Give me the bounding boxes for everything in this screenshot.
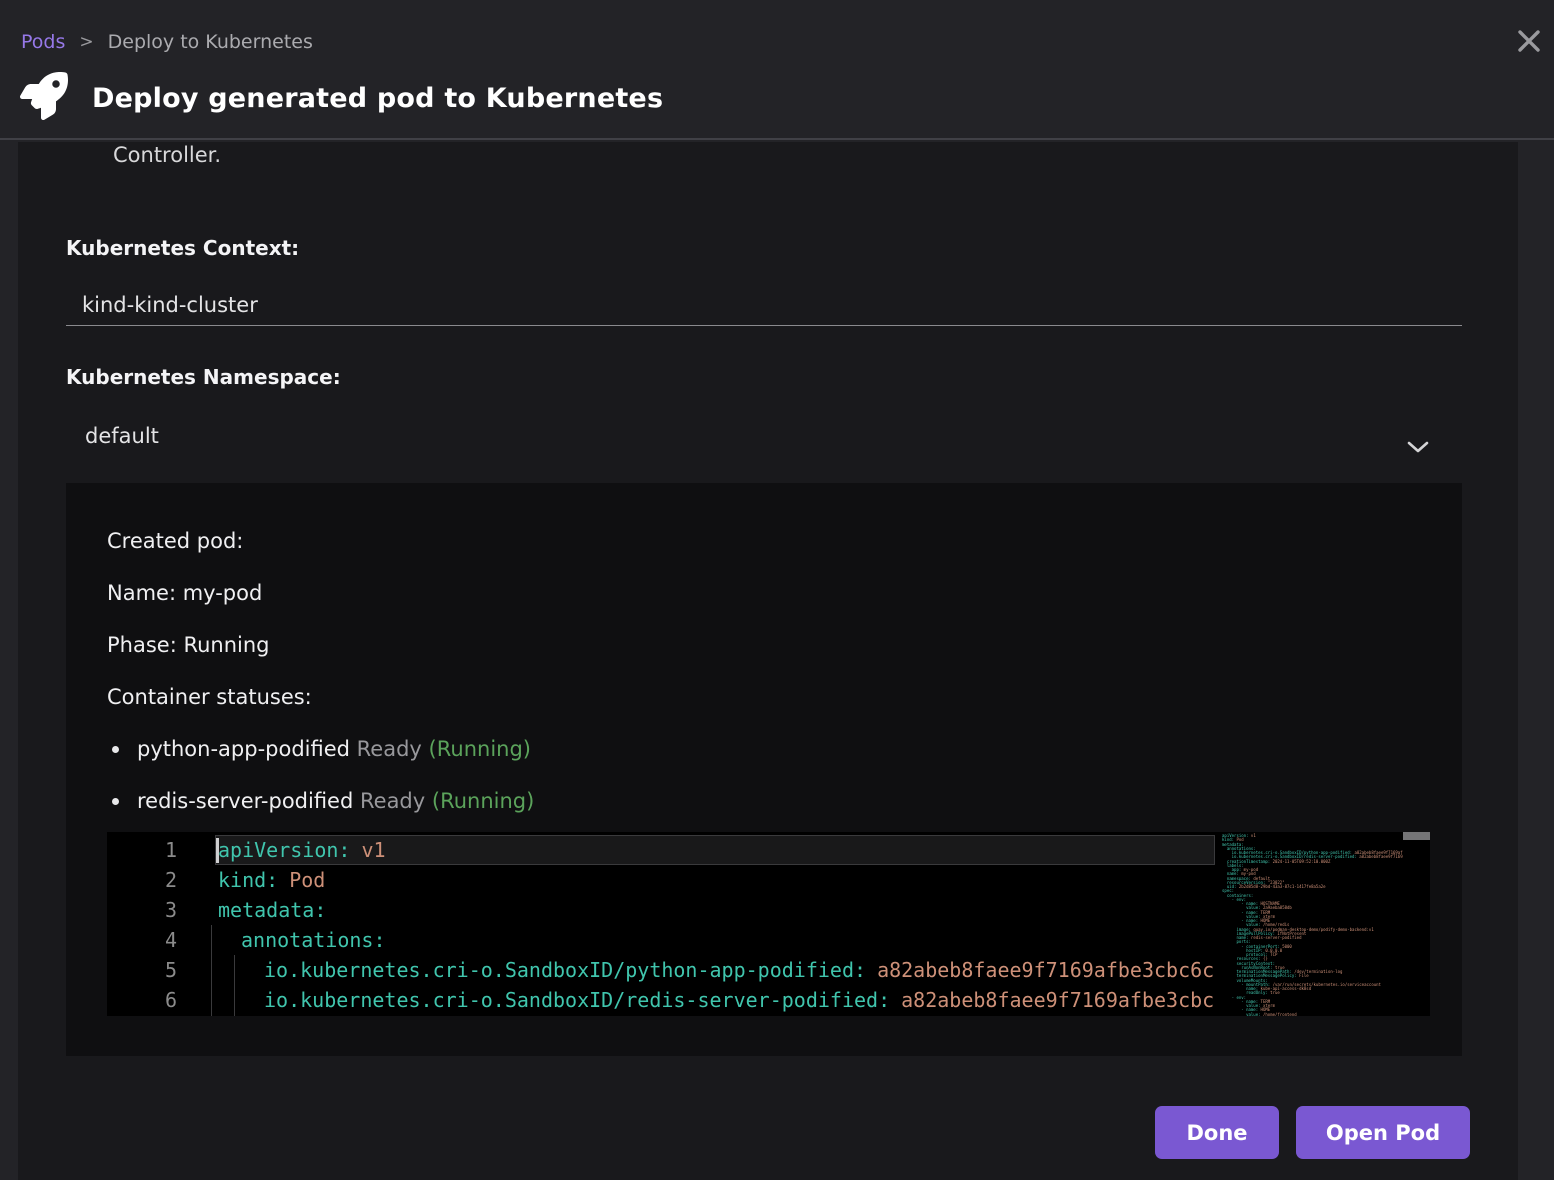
rocket-icon — [20, 69, 68, 127]
container-state: (Running) — [432, 789, 534, 813]
breadcrumb-separator: > — [79, 30, 93, 54]
namespace-selected-value: default — [85, 424, 159, 448]
line-number: 3 — [107, 895, 177, 925]
container-state: (Running) — [429, 737, 531, 761]
line-number: 6 — [107, 985, 177, 1015]
kubernetes-namespace-label: Kubernetes Namespace: — [66, 365, 341, 389]
editor-scrollbar-thumb[interactable] — [1403, 832, 1430, 840]
yaml-value: v1 — [361, 838, 385, 862]
yaml-editor[interactable]: 1 apiVersion: v1 2 kind: Pod 3 metadata: 4 ann… — [107, 832, 1430, 1016]
dialog-body: Controller. Kubernetes Context: kind-kin… — [18, 142, 1518, 1180]
container-statuses-label: Container statuses: — [107, 684, 1462, 710]
container-status-item: python-app-podified Ready (Running) — [137, 736, 1462, 762]
close-button[interactable] — [1513, 27, 1545, 59]
page-title: Deploy generated pod to Kubernetes — [92, 83, 663, 114]
breadcrumb: Pods > Deploy to Kubernetes — [21, 30, 313, 54]
container-name: redis-server-podified — [137, 789, 353, 813]
kubernetes-context-input[interactable]: kind-kind-cluster — [66, 286, 1462, 326]
yaml-key: apiVersion: — [218, 838, 350, 862]
dialog-header: Pods > Deploy to Kubernetes Deploy gener… — [0, 0, 1554, 140]
container-ready: Ready — [360, 789, 425, 813]
close-icon — [1516, 28, 1542, 58]
kubernetes-namespace-select[interactable]: default — [66, 415, 1462, 457]
yaml-value: a82abeb8faee9f7169afbe3cbc — [901, 988, 1214, 1012]
yaml-key: kind: — [218, 868, 278, 892]
line-number: 4 — [107, 925, 177, 955]
bullet-icon — [112, 746, 119, 753]
yaml-key: io.kubernetes.cri-o.SandboxID/python-app… — [264, 958, 866, 982]
container-ready: Ready — [357, 737, 422, 761]
breadcrumb-pods-link[interactable]: Pods — [21, 30, 65, 54]
container-name: python-app-podified — [137, 737, 350, 761]
line-number: 1 — [107, 835, 177, 865]
bullet-icon — [112, 798, 119, 805]
yaml-key: metadata: — [218, 898, 326, 922]
container-status-item: redis-server-podified Ready (Running) — [137, 788, 1462, 814]
breadcrumb-current: Deploy to Kubernetes — [108, 30, 313, 54]
chevron-down-icon — [1407, 427, 1429, 469]
done-button[interactable]: Done — [1155, 1106, 1279, 1159]
yaml-key: annotations: — [241, 928, 386, 952]
editor-minimap[interactable]: apiVersion: v1kind: Podmetadata: annotat… — [1215, 832, 1403, 1016]
created-pod-summary: Created pod: Name: my-pod Phase: Running… — [66, 483, 1462, 1056]
line-number: 2 — [107, 865, 177, 895]
intro-text-tail: Controller. — [113, 142, 221, 169]
kubernetes-context-label: Kubernetes Context: — [66, 236, 299, 260]
pod-phase-line: Phase: Running — [107, 632, 1462, 658]
pod-name-line: Name: my-pod — [107, 580, 1462, 606]
created-pod-label: Created pod: — [107, 528, 1462, 554]
yaml-value: Pod — [289, 868, 325, 892]
yaml-value: a82abeb8faee9f7169afbe3cbc6c — [877, 958, 1214, 982]
line-number: 5 — [107, 955, 177, 985]
open-pod-button[interactable]: Open Pod — [1296, 1106, 1470, 1159]
yaml-key: io.kubernetes.cri-o.SandboxID/redis-serv… — [264, 988, 890, 1012]
